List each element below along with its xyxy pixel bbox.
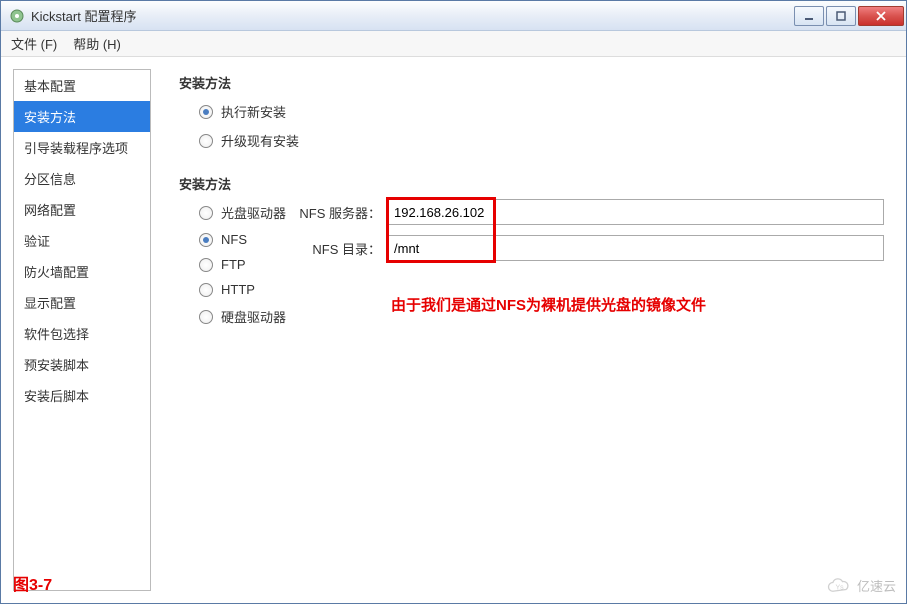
radio-label: 硬盘驱动器 (221, 307, 286, 326)
sidebar-item-auth[interactable]: 验证 (14, 225, 150, 256)
nfs-server-input[interactable] (387, 199, 884, 225)
sidebar-item-postinstall[interactable]: 安装后脚本 (14, 380, 150, 411)
main-panel: 安装方法 执行新安装 升级现有安装 安装方法 光盘驱动器 NFS FTP (167, 69, 894, 591)
nfs-server-row: NFS 服务器： (297, 199, 884, 225)
radio-icon (199, 258, 213, 272)
radio-icon (199, 233, 213, 247)
menubar: 文件 (F) 帮助 (H) (1, 31, 906, 57)
radio-new-install[interactable]: 执行新安装 (199, 102, 894, 121)
window-frame: Kickstart 配置程序 文件 (F) 帮助 (H) 基本配置 安装方法 引… (0, 0, 907, 604)
sidebar-item-network[interactable]: 网络配置 (14, 194, 150, 225)
radio-label: 升级现有安装 (221, 131, 299, 150)
nfs-dir-label: NFS 目录： (297, 239, 381, 258)
annotation-text: 由于我们是通过NFS为裸机提供光盘的镜像文件 (391, 294, 706, 315)
nfs-dir-input[interactable] (387, 235, 884, 261)
radio-label: FTP (221, 257, 246, 272)
nfs-form: NFS 服务器： NFS 目录： (297, 199, 884, 271)
section-title-media: 安装方法 (179, 174, 894, 193)
sidebar-item-firewall[interactable]: 防火墙配置 (14, 256, 150, 287)
titlebar: Kickstart 配置程序 (1, 1, 906, 31)
sidebar-item-install-method[interactable]: 安装方法 (14, 101, 150, 132)
radio-label: HTTP (221, 282, 255, 297)
svg-text:Ys: Ys (835, 584, 844, 591)
sidebar-item-bootloader[interactable]: 引导装载程序选项 (14, 132, 150, 163)
sidebar-item-preinstall[interactable]: 预安装脚本 (14, 349, 150, 380)
content-area: 基本配置 安装方法 引导装载程序选项 分区信息 网络配置 验证 防火墙配置 显示… (1, 57, 906, 603)
radio-icon (199, 134, 213, 148)
section-title-install-type: 安装方法 (179, 73, 894, 92)
radio-label: 执行新安装 (221, 102, 286, 121)
sidebar-item-basic[interactable]: 基本配置 (14, 70, 150, 101)
menu-file[interactable]: 文件 (F) (11, 34, 57, 53)
sidebar-item-display[interactable]: 显示配置 (14, 287, 150, 318)
sidebar: 基本配置 安装方法 引导装载程序选项 分区信息 网络配置 验证 防火墙配置 显示… (13, 69, 151, 591)
radio-icon (199, 105, 213, 119)
nfs-dir-row: NFS 目录： (297, 235, 884, 261)
radio-upgrade-install[interactable]: 升级现有安装 (199, 131, 894, 150)
radio-icon (199, 283, 213, 297)
menu-help[interactable]: 帮助 (H) (73, 34, 121, 53)
radio-label: NFS (221, 232, 247, 247)
sidebar-item-partition[interactable]: 分区信息 (14, 163, 150, 194)
figure-label: 图3-7 (13, 571, 52, 595)
window-controls (794, 6, 904, 26)
radio-label: 光盘驱动器 (221, 203, 286, 222)
close-button[interactable] (858, 6, 904, 26)
radio-icon (199, 206, 213, 220)
radio-icon (199, 310, 213, 324)
watermark-text: 亿速云 (857, 576, 896, 595)
maximize-button[interactable] (826, 6, 856, 26)
watermark: Ys 亿速云 (825, 576, 896, 595)
window-title: Kickstart 配置程序 (31, 6, 794, 25)
nfs-server-label: NFS 服务器： (297, 203, 381, 222)
sidebar-item-packages[interactable]: 软件包选择 (14, 318, 150, 349)
app-icon (9, 8, 25, 24)
minimize-button[interactable] (794, 6, 824, 26)
cloud-icon: Ys (825, 577, 853, 595)
